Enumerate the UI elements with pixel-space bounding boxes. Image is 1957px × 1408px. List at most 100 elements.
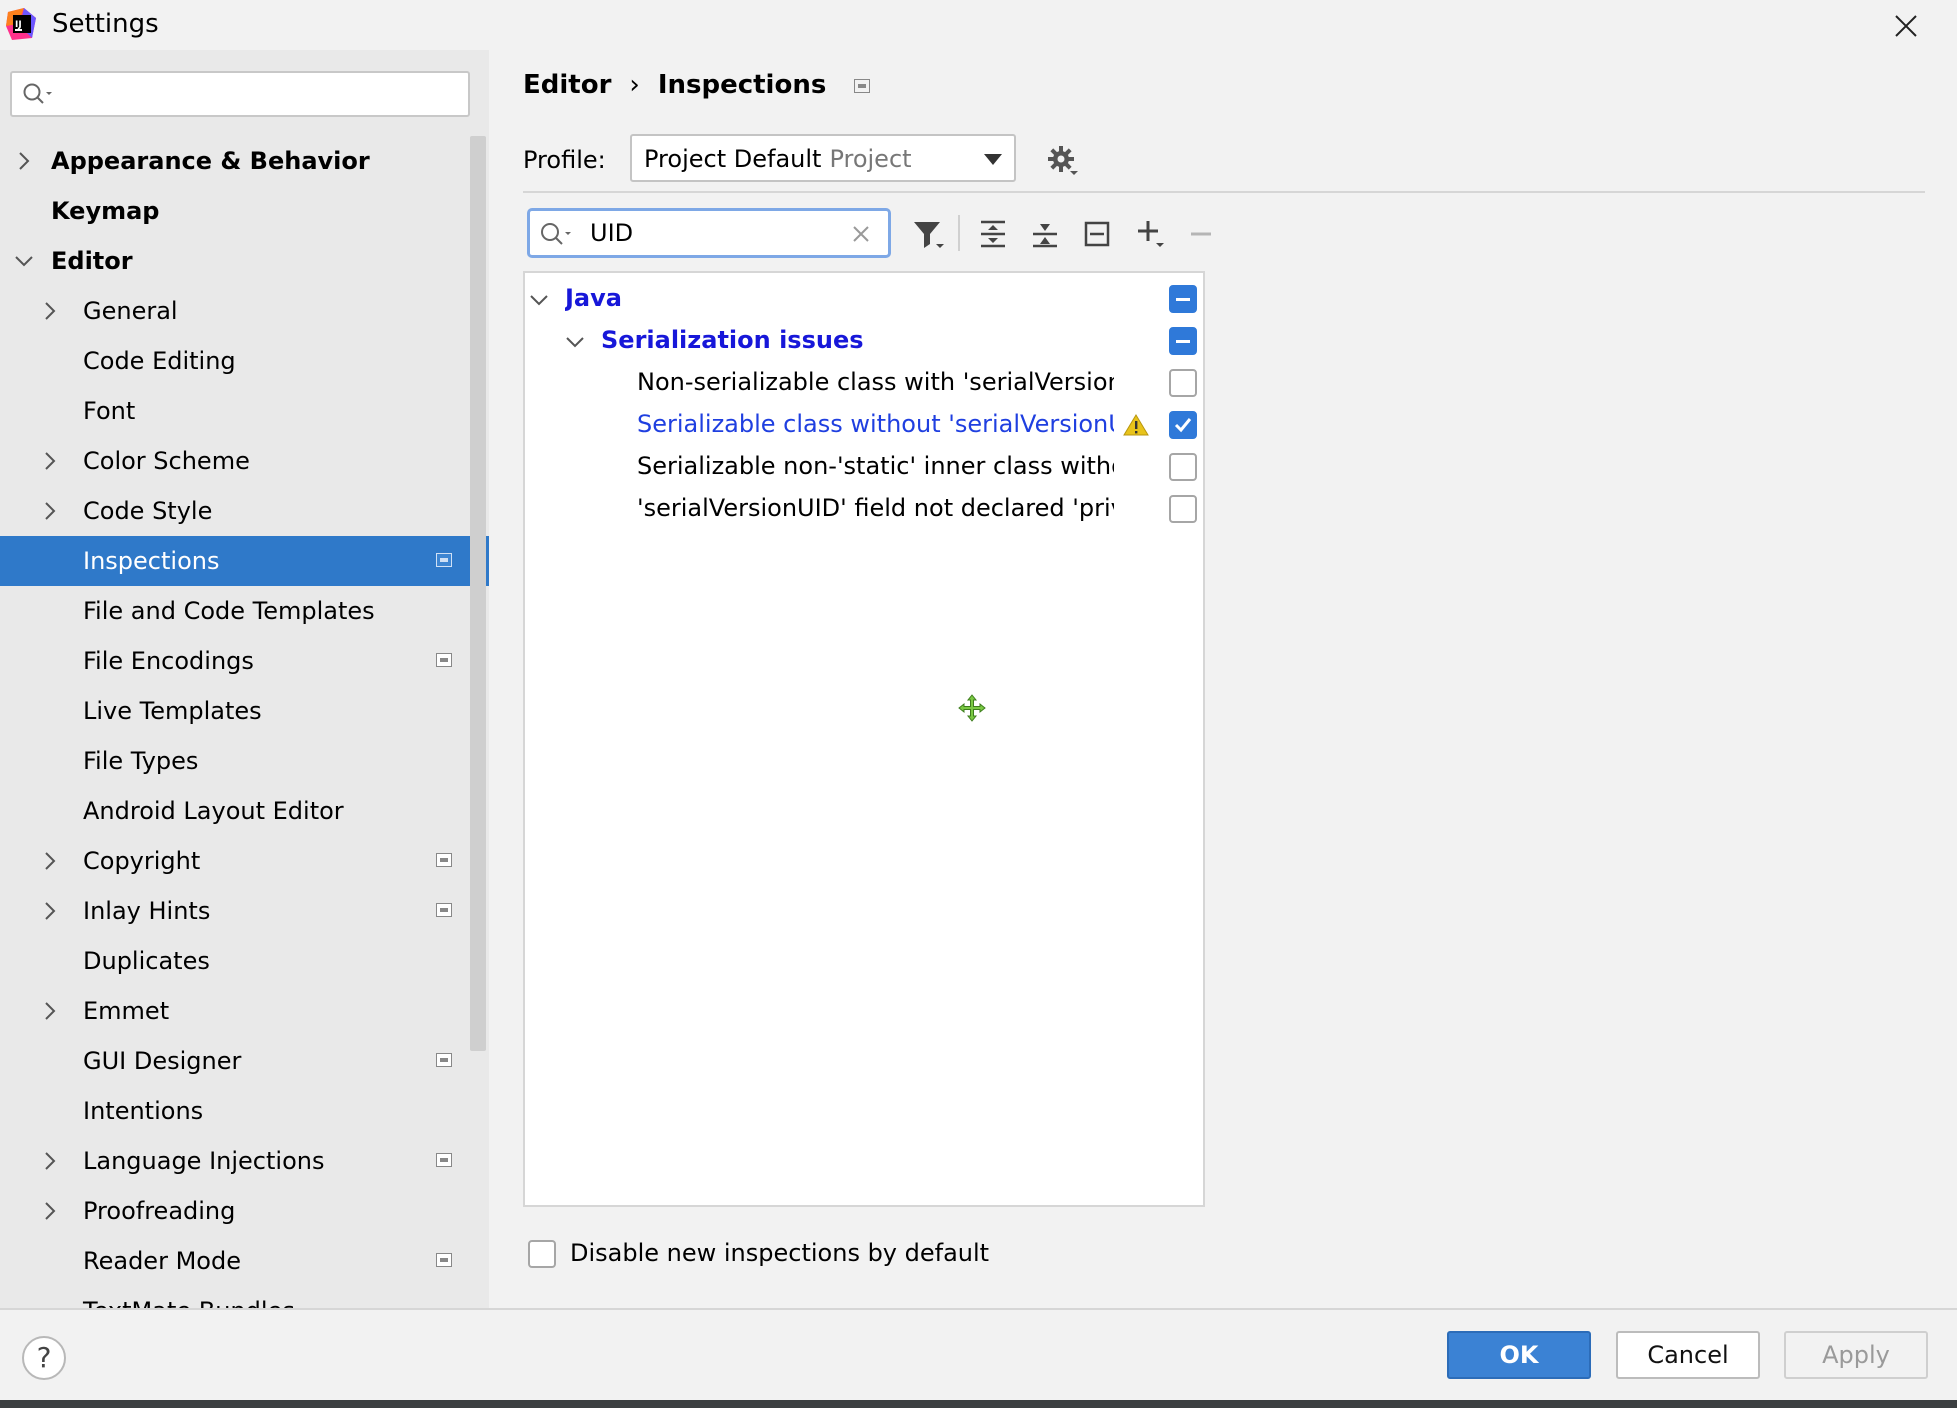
inspection-group-row[interactable]: Java — [525, 277, 1203, 319]
sidebar-item-label: Code Style — [83, 497, 213, 525]
gear-icon — [1048, 146, 1078, 175]
chevron-down-icon[interactable] — [565, 331, 585, 349]
help-button[interactable]: ? — [22, 1336, 66, 1380]
sidebar-item[interactable]: Reader Mode — [0, 1236, 489, 1286]
sidebar-item[interactable]: Intentions — [0, 1086, 489, 1136]
sidebar-item-label: Code Editing — [83, 347, 236, 375]
scrollbar-thumb[interactable] — [470, 136, 486, 1051]
inspection-search-value[interactable]: UID — [590, 217, 633, 249]
inspection-row[interactable]: Serializable non-'static' inner class wi… — [525, 445, 1203, 487]
chevron-right-icon[interactable] — [40, 1000, 60, 1022]
apply-button[interactable]: Apply — [1784, 1331, 1928, 1379]
sidebar-item-label: File Encodings — [83, 647, 254, 675]
sidebar-item[interactable]: Inspections — [0, 536, 489, 586]
sidebar-item[interactable]: File and Code Templates — [0, 586, 489, 636]
inspection-row[interactable]: Serializable class without 'serialVersio… — [525, 403, 1203, 445]
sidebar-item[interactable]: Color Scheme — [0, 436, 489, 486]
cancel-button[interactable]: Cancel — [1616, 1331, 1760, 1379]
reset-button[interactable] — [1077, 214, 1117, 254]
ide-status-bar — [0, 1400, 1957, 1408]
sidebar-item[interactable]: Android Layout Editor — [0, 786, 489, 836]
close-button[interactable] — [1886, 6, 1926, 46]
remove-icon — [1191, 232, 1211, 236]
sidebar-item[interactable]: Editor — [0, 236, 489, 286]
inspection-search-field[interactable]: UID — [527, 208, 891, 258]
inspection-group-row[interactable]: Serialization issues — [525, 319, 1203, 361]
move-cursor-icon — [958, 694, 986, 722]
sidebar-item[interactable]: Language Injections — [0, 1136, 489, 1186]
chevron-right-icon[interactable] — [40, 900, 60, 922]
checkmark-icon — [1174, 418, 1192, 433]
inspection-checkbox[interactable] — [1169, 411, 1197, 439]
collapse-all-button[interactable] — [1025, 214, 1065, 254]
project-level-icon — [854, 78, 871, 93]
inspection-row[interactable]: Non-serializable class with 'serialVersi… — [525, 361, 1203, 403]
breadcrumb: Editor › Inspections — [523, 68, 871, 102]
sidebar-item[interactable]: Emmet — [0, 986, 489, 1036]
sidebar-item[interactable]: TextMate Bundles — [0, 1286, 489, 1308]
breadcrumb-parent[interactable]: Editor — [523, 70, 611, 100]
disable-new-inspections-checkbox[interactable] — [528, 1240, 556, 1268]
chevron-right-icon[interactable] — [40, 450, 60, 472]
chevron-down-icon[interactable] — [529, 289, 549, 307]
inspections-tree: Java Serialization issues Non-serializable… — [523, 271, 1205, 1207]
sidebar-item-label: File and Code Templates — [83, 597, 375, 625]
expand-all-button[interactable] — [973, 214, 1013, 254]
sidebar-item[interactable]: Live Templates — [0, 686, 489, 736]
sidebar-item[interactable]: Font — [0, 386, 489, 436]
filter-button[interactable] — [908, 214, 948, 254]
profile-dropdown[interactable]: Project Default Project — [630, 134, 1016, 182]
toolbar-divider — [958, 215, 960, 251]
sidebar-item[interactable]: General — [0, 286, 489, 336]
inspection-row[interactable]: 'serialVersionUID' field not declared 'p… — [525, 487, 1203, 529]
sidebar-item-label: GUI Designer — [83, 1047, 242, 1075]
inspection-checkbox[interactable] — [1169, 453, 1197, 481]
ok-button[interactable]: OK — [1447, 1331, 1591, 1379]
sidebar-item-label: File Types — [83, 747, 199, 775]
sidebar-item-label: Copyright — [83, 847, 201, 875]
sidebar-item-label: Inlay Hints — [83, 897, 211, 925]
sidebar-item-label: General — [83, 297, 178, 325]
sidebar-item[interactable]: Keymap — [0, 186, 489, 236]
collapse-all-icon — [1033, 224, 1057, 248]
profile-settings-button[interactable] — [1046, 144, 1080, 178]
disable-new-inspections-label[interactable]: Disable new inspections by default — [570, 1236, 989, 1270]
inspection-label: Non-serializable class with 'serialVersi… — [637, 368, 1114, 396]
inspection-checkbox[interactable] — [1169, 327, 1197, 355]
chevron-down-icon[interactable] — [14, 250, 34, 272]
title-bar — [0, 0, 1957, 50]
project-level-icon — [436, 903, 452, 917]
sidebar-scrollbar[interactable] — [467, 136, 489, 1051]
sidebar-search-field[interactable] — [10, 71, 470, 117]
sidebar-item[interactable]: Code Style — [0, 486, 489, 536]
sidebar-item[interactable]: Code Editing — [0, 336, 489, 386]
sidebar-item-label: Duplicates — [83, 947, 210, 975]
sidebar-item-label: Inspections — [83, 547, 220, 575]
filter-icon — [914, 222, 944, 248]
chevron-right-icon[interactable] — [40, 1150, 60, 1172]
sidebar-item[interactable]: File Encodings — [0, 636, 489, 686]
sidebar-item[interactable]: Duplicates — [0, 936, 489, 986]
sidebar-item[interactable]: GUI Designer — [0, 1036, 489, 1086]
sidebar-item-label: Live Templates — [83, 697, 262, 725]
inspection-checkbox[interactable] — [1169, 495, 1197, 523]
add-button[interactable] — [1131, 214, 1171, 254]
chevron-right-icon[interactable] — [40, 1200, 60, 1222]
sidebar-item[interactable]: Proofreading — [0, 1186, 489, 1236]
inspection-checkbox[interactable] — [1169, 285, 1197, 313]
breadcrumb-current: Inspections — [657, 70, 827, 100]
remove-button[interactable] — [1181, 214, 1221, 254]
sidebar-item[interactable]: Inlay Hints — [0, 886, 489, 936]
chevron-right-icon[interactable] — [40, 300, 60, 322]
clear-search-icon[interactable] — [852, 225, 870, 243]
sidebar-search-input[interactable] — [58, 79, 462, 111]
chevron-right-icon[interactable] — [40, 500, 60, 522]
profile-value: Project Default — [644, 145, 822, 173]
chevron-right-icon[interactable] — [14, 150, 34, 172]
sidebar-item[interactable]: Appearance & Behavior — [0, 136, 489, 186]
sidebar-item[interactable]: Copyright — [0, 836, 489, 886]
inspection-label: Serializable non-'static' inner class wi… — [637, 452, 1114, 480]
inspection-checkbox[interactable] — [1169, 369, 1197, 397]
chevron-right-icon[interactable] — [40, 850, 60, 872]
sidebar-item[interactable]: File Types — [0, 736, 489, 786]
